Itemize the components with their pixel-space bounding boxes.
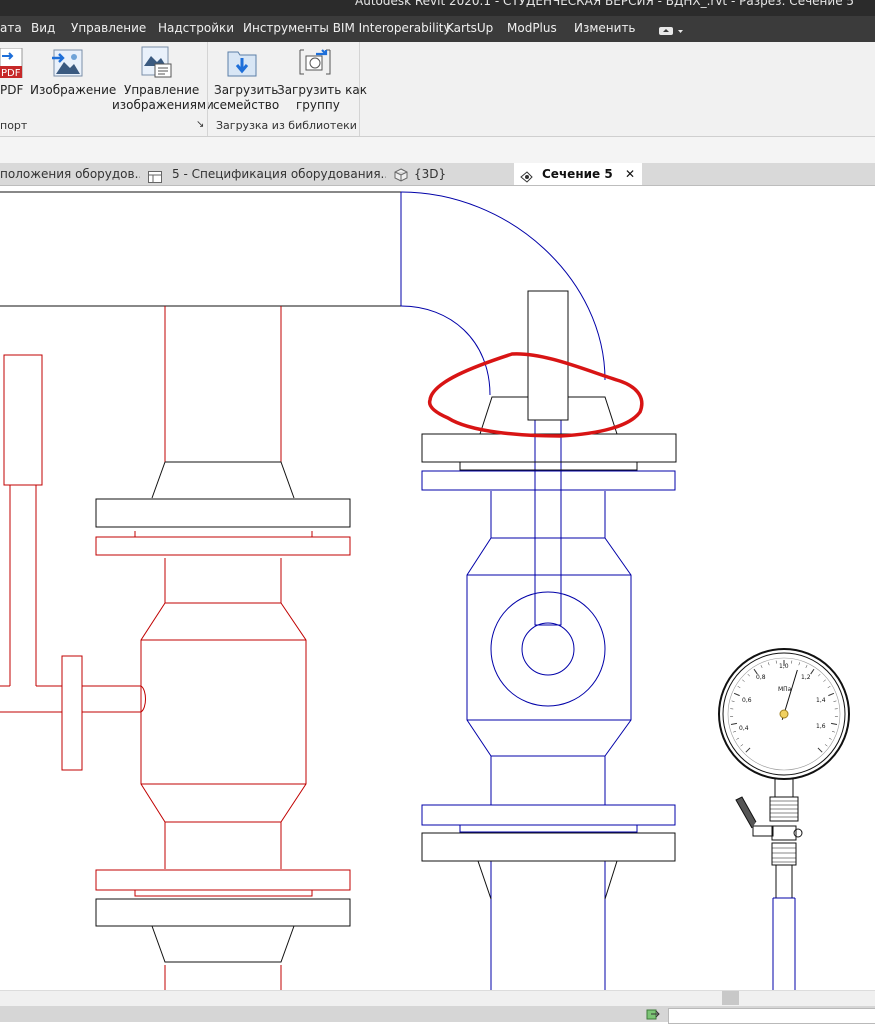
red-valve-assembly [0, 306, 350, 990]
panel-label-library: Загрузка из библиотеки [216, 119, 357, 132]
gauge-tick [761, 665, 762, 668]
load-group-label-line1: Загрузить как [277, 83, 367, 98]
menu-item-manage[interactable]: Управление [71, 21, 146, 35]
drawing-canvas[interactable]: МПа 0,4 0,6 0,8 1,0 1,2 1,4 1,6 [0, 186, 875, 990]
gauge-scale-5: 1,4 [816, 697, 826, 704]
horizontal-pipe [0, 192, 401, 306]
tab-equipment-layout[interactable]: положения оборудов... [0, 163, 140, 185]
gauge-scale-6: 1,6 [816, 723, 826, 730]
gauge-tick [746, 748, 750, 752]
gauge-tick [818, 674, 820, 676]
panel-launcher-icon[interactable]: ↘ [196, 119, 204, 130]
export-pdf-button[interactable]: PDF PDF [0, 42, 26, 102]
manage-images-label-line1: Управление [124, 83, 199, 98]
section-drawing: МПа 0,4 0,6 0,8 1,0 1,2 1,4 1,6 [0, 186, 875, 990]
gauge-pipe [773, 898, 795, 990]
scrollbar-thumb[interactable] [722, 991, 739, 1005]
gauge-tick [741, 744, 743, 746]
gauge-tick [742, 680, 744, 682]
ribbon: PDF PDF Изображение Управлени [0, 42, 875, 137]
tab-label: {3D} [414, 163, 446, 185]
3d-view-icon [394, 167, 408, 185]
highlight-ellipse [430, 354, 642, 436]
gauge-tick [733, 731, 736, 732]
pdf-label: PDF [0, 83, 23, 98]
horizontal-scrollbar[interactable] [0, 990, 875, 1006]
gauge-tick [734, 693, 740, 695]
manage-images-icon [141, 46, 173, 82]
tab-label: 5 - Спецификация оборудования... [172, 163, 386, 185]
options-bar [0, 137, 875, 163]
panel-separator [207, 42, 208, 136]
gauge-ticks [730, 660, 838, 752]
load-family-label-line2: семейство [213, 98, 279, 113]
gauge-tick [748, 674, 750, 676]
tab-3d-view[interactable]: {3D} [392, 163, 512, 185]
pdf-icon: PDF [0, 48, 24, 82]
gauge-tick [829, 738, 832, 739]
gauge-scale-3: 1,0 [779, 663, 789, 670]
menu-item-annotate[interactable]: ата [0, 21, 22, 35]
gauge-tick [832, 731, 835, 732]
load-group-icon [298, 46, 332, 82]
menu-item-addins[interactable]: Надстройки [158, 21, 234, 35]
image-export-icon [52, 48, 84, 82]
title-bar: Autodesk Revit 2020.1 - СТУДЕНЧЕСКАЯ ВЕР… [0, 0, 875, 16]
manage-images-button[interactable]: Управление изображениями [110, 42, 205, 114]
gauge-scale-0: 0,4 [739, 725, 749, 732]
menu-item-modplus[interactable]: ModPlus [507, 21, 557, 35]
window-title: Autodesk Revit 2020.1 - СТУДЕНЧЕСКАЯ ВЕР… [355, 0, 854, 8]
menu-item-bim-interoperability[interactable]: Инструменты BIM Interoperability [243, 21, 451, 35]
blue-pipe-assembly [401, 192, 675, 990]
load-family-button[interactable]: Загрузить семейство [211, 42, 273, 114]
tab-section-5[interactable]: Сечение 5 ✕ [514, 163, 642, 185]
gauge-tick [833, 701, 836, 702]
schedule-icon [148, 168, 162, 185]
tab-label: Сечение 5 [542, 163, 613, 185]
valve-flanges-black [422, 291, 676, 899]
gauge-tick [799, 662, 800, 665]
gauge-scale-1: 0,6 [742, 697, 752, 704]
load-family-icon [226, 46, 258, 82]
gauge-tick [738, 686, 741, 688]
menu-item-view[interactable]: Вид [31, 21, 55, 35]
load-as-group-button[interactable]: Загрузить как группу [274, 42, 356, 114]
load-family-label-line1: Загрузить [214, 83, 278, 98]
view-tab-bar: положения оборудов... 5 - Спецификация о… [0, 163, 875, 186]
gauge-tick [806, 665, 807, 668]
manage-images-label-line2: изображениями [112, 98, 214, 113]
gauge-tick [831, 723, 837, 724]
gauge-labels: МПа 0,4 0,6 0,8 1,0 1,2 1,4 1,6 [739, 663, 826, 732]
gauge-tick [768, 662, 769, 665]
menu-item-modify[interactable]: Изменить [574, 21, 636, 35]
gauge-tick [811, 669, 814, 674]
workset-icon[interactable] [646, 1008, 660, 1023]
gauge-tick [823, 680, 825, 682]
gauge-tick [825, 744, 827, 746]
gauge-scale-2: 0,8 [756, 674, 766, 681]
gauge-tick [732, 701, 735, 702]
ribbon-toggle-icon[interactable] [659, 26, 685, 40]
gauge-unit-label: МПа [778, 686, 792, 693]
menu-bar: ата Вид Управление Надстройки Инструмент… [0, 16, 875, 42]
panel-separator [359, 42, 360, 136]
svg-text:PDF: PDF [1, 68, 21, 78]
gauge-tick [818, 748, 822, 752]
image-label: Изображение [30, 83, 116, 98]
gauge-tick [828, 686, 831, 688]
tab-equipment-schedule[interactable]: 5 - Спецификация оборудования... [146, 163, 386, 185]
load-group-label-line2: группу [296, 98, 340, 113]
gauge-tick [731, 723, 737, 724]
tab-label: положения оборудов... [0, 167, 140, 181]
gauge-scale-4: 1,2 [801, 674, 811, 681]
menu-item-kartsup[interactable]: KartsUp [446, 21, 493, 35]
section-view-icon [520, 168, 534, 185]
panel-label-import: порт [0, 119, 27, 132]
export-image-button[interactable]: Изображение [28, 42, 110, 102]
gauge-tick [828, 693, 834, 695]
gauge-tick [736, 738, 739, 739]
close-tab-icon[interactable]: ✕ [625, 163, 635, 185]
